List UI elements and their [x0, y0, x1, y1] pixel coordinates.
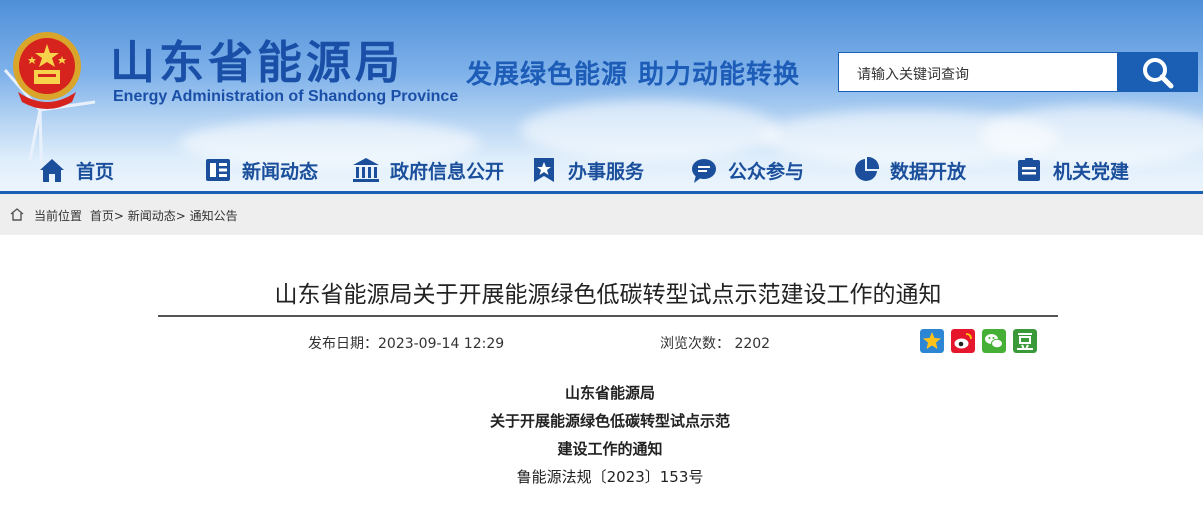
breadcrumb-prefix: 当前位置 [34, 209, 83, 223]
nav-item-open-data[interactable]: 数据开放 [852, 150, 966, 190]
nav-item-home[interactable]: 首页 [38, 150, 114, 190]
nav-item-label: 数据开放 [890, 160, 967, 183]
title-divider [158, 315, 1058, 317]
search-button[interactable] [1118, 52, 1198, 92]
nav-item-label: 首页 [76, 160, 115, 183]
nav-item-label: 政府信息公开 [390, 160, 505, 183]
doc-title-line-1: 关于开展能源绿色低碳转型试点示范 [489, 412, 730, 430]
doc-issuer: 山东省能源局 [564, 384, 655, 402]
douban-icon[interactable] [1013, 329, 1037, 353]
breadcrumb-item-news[interactable]: 新闻动态> [128, 209, 186, 223]
nav-item-participation[interactable]: 公众参与 [690, 150, 804, 190]
header-banner: 山东省能源局 Energy Administration of Shandong… [0, 0, 1203, 195]
breadcrumb-item-notices[interactable]: 通知公告 [190, 209, 238, 223]
page: 山东省能源局 Energy Administration of Shandong… [0, 0, 1203, 506]
doc-number: 鲁能源法规〔2023〕153号 [516, 468, 704, 486]
nav-item-label: 公众参与 [728, 160, 805, 183]
pie-chart-icon [855, 156, 880, 181]
article-title: 山东省能源局关于开展能源绿色低碳转型试点示范建设工作的通知 [274, 282, 942, 308]
publish-date: 发布日期：2023-09-14 12:29 [308, 336, 505, 352]
service-star-icon [534, 158, 554, 182]
qzone-star-icon[interactable] [920, 329, 944, 353]
main-nav: 首页 新闻动态 政府信息公开 办事服务 公众参与 数据开放 机关党建 [0, 150, 1203, 190]
nav-item-news[interactable]: 新闻动态 [204, 150, 318, 190]
doc-title-line-2: 建设工作的通知 [557, 440, 663, 458]
nav-item-label: 办事服务 [568, 160, 645, 183]
nav-item-services[interactable]: 办事服务 [530, 150, 644, 190]
wechat-icon[interactable] [982, 329, 1006, 353]
breadcrumb-item-home[interactable]: 首页> [90, 209, 124, 223]
breadcrumb: 当前位置 首页> 新闻动态> 通知公告 [34, 207, 242, 224]
government-building-icon [353, 158, 379, 182]
site-subtitle: Energy Administration of Shandong Provin… [113, 88, 459, 105]
news-icon [206, 159, 230, 181]
search-icon [1143, 58, 1174, 89]
weibo-icon[interactable] [951, 329, 975, 353]
search-input[interactable]: 请输入关键词查询 [838, 52, 1118, 92]
home-icon [40, 159, 64, 182]
view-count: 浏览次数： 2202 [660, 336, 771, 352]
nav-item-label: 新闻动态 [242, 160, 319, 183]
chat-bubble-icon [692, 159, 716, 183]
nav-item-party[interactable]: 机关党建 [1015, 150, 1129, 190]
site-slogan: 发展绿色能源 助力动能转换 [466, 60, 801, 90]
site-title: 山东省能源局 [110, 36, 405, 89]
badge-icon [1018, 158, 1040, 181]
home-icon [10, 208, 24, 221]
national-emblem-logo [13, 32, 81, 109]
nav-item-gov-info[interactable]: 政府信息公开 [352, 150, 504, 190]
nav-item-label: 机关党建 [1053, 160, 1130, 183]
